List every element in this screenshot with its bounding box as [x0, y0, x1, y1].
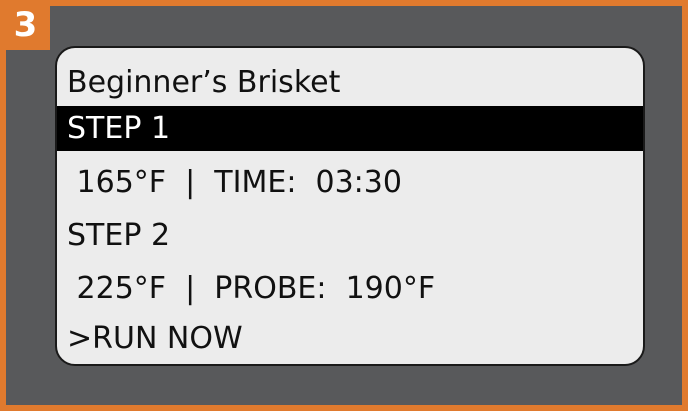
menu-item-step-2[interactable]: STEP 2 [57, 213, 643, 258]
lcd-screen: Beginner’s Brisket STEP 1 165°F | TIME: … [55, 46, 645, 366]
step-2-settings[interactable]: 225°F | PROBE: 190°F [57, 266, 643, 311]
menu-item-step-1[interactable]: STEP 1 [57, 106, 643, 151]
run-now-option[interactable]: >RUN NOW [57, 316, 643, 361]
program-title: Beginner’s Brisket [67, 65, 341, 100]
step-1-settings[interactable]: 165°F | TIME: 03:30 [57, 160, 643, 205]
step-number-badge: 3 [0, 0, 50, 50]
